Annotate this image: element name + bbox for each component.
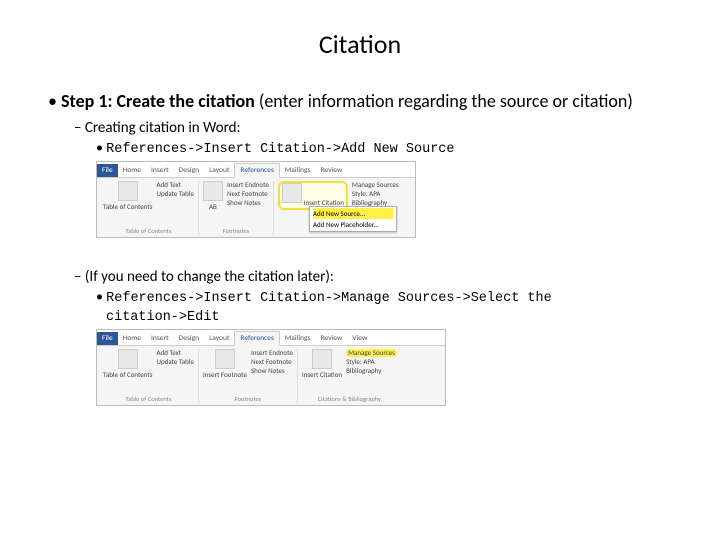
ribbon-body-2: Table of Contents Add Text Update Table … bbox=[97, 346, 445, 405]
add-text-item: Add Text bbox=[156, 181, 193, 189]
tab-insert-2: Insert bbox=[146, 332, 174, 345]
group-footnotes: AB Insert Endnote Next Footnote Show Not… bbox=[199, 181, 274, 235]
insert-citation-button-2: Insert Citation bbox=[302, 349, 342, 378]
insert-citation-dropdown: Add New Source... Add New Placeholder... bbox=[309, 206, 397, 232]
toc-label-2: Table of Contents bbox=[103, 371, 152, 378]
group-footnotes-label: Footnotes bbox=[203, 227, 269, 235]
step1-sub-b: (If you need to change the citation late… bbox=[74, 268, 680, 286]
tab-layout: Layout bbox=[204, 164, 234, 177]
footnote-icon bbox=[203, 181, 223, 201]
update-table-item: Update Table bbox=[156, 190, 193, 198]
tab-review-2: Review bbox=[315, 332, 347, 345]
tab-file-2: File bbox=[97, 332, 118, 345]
insert-endnote: Insert Endnote bbox=[227, 181, 269, 189]
insert-citation-lbl-2: Insert Citation bbox=[302, 371, 342, 378]
step1-heading-bold: Step 1: Create the citation bbox=[61, 90, 255, 112]
ab-label: AB bbox=[209, 203, 217, 210]
tab-file: File bbox=[97, 164, 118, 177]
tab-layout-2: Layout bbox=[204, 332, 234, 345]
tab-home-2: Home bbox=[118, 332, 146, 345]
toc-icon-2 bbox=[118, 349, 138, 369]
next-footnote-2: Next Footnote bbox=[251, 358, 293, 366]
manage-sources-highlighted: Manage Sources bbox=[346, 349, 397, 357]
bibliography-item: Bibliography bbox=[352, 199, 399, 207]
manage-sources-item: Manage Sources bbox=[352, 181, 399, 189]
group-toc-label: Table of Contents bbox=[103, 227, 194, 235]
update-table-2: Update Table bbox=[156, 358, 193, 366]
group-toc-2: Table of Contents Add Text Update Table … bbox=[99, 349, 199, 403]
ribbon-tabs-2: File Home Insert Design Layout Reference… bbox=[97, 330, 445, 346]
tab-mailings-2: Mailings bbox=[280, 332, 316, 345]
footnote-icon-2 bbox=[215, 349, 235, 369]
style-item-2: Style: APA bbox=[346, 358, 397, 366]
group-footnotes-2: Insert Footnote Insert Endnote Next Foot… bbox=[199, 349, 298, 403]
step1-path-b: References->Insert Citation->Manage Sour… bbox=[96, 288, 680, 306]
group-citations-label-2: Citations & Bibliography bbox=[302, 395, 397, 403]
tab-view-2: View bbox=[347, 332, 372, 345]
tab-design-2: Design bbox=[174, 332, 204, 345]
tab-references-2: References bbox=[234, 331, 279, 346]
ribbon-screenshot-2: File Home Insert Design Layout Reference… bbox=[96, 329, 446, 406]
toc-label: Table of Contents bbox=[103, 203, 152, 210]
style-item: Style: APA bbox=[352, 190, 399, 198]
path-b-code: References->Insert Citation->Manage Sour… bbox=[106, 291, 552, 306]
path-b2-code: citation->Edit bbox=[106, 310, 680, 325]
step1-heading: Step 1: Create the citation (enter infor… bbox=[48, 90, 680, 113]
tab-insert: Insert bbox=[146, 164, 174, 177]
group-toc-label-2: Table of Contents bbox=[103, 395, 194, 403]
group-citations-2: Insert Citation Manage Sources Style: AP… bbox=[298, 349, 401, 403]
tab-mailings: Mailings bbox=[280, 164, 316, 177]
add-text-2: Add Text bbox=[156, 349, 193, 357]
tab-review: Review bbox=[315, 164, 347, 177]
group-toc: Table of Contents Add Text Update Table … bbox=[99, 181, 199, 235]
slide-title: Citation bbox=[40, 28, 680, 60]
bibliography-item-2: Bibliography bbox=[346, 367, 397, 375]
show-notes: Show Notes bbox=[227, 199, 269, 207]
step1-sub-a: Creating citation in Word: bbox=[74, 119, 680, 137]
tab-home: Home bbox=[118, 164, 146, 177]
group-footnotes-label-2: Footnotes bbox=[203, 395, 293, 403]
ribbon-screenshot-1: File Home Insert Design Layout Reference… bbox=[96, 161, 416, 238]
next-footnote: Next Footnote bbox=[227, 190, 269, 198]
dropdown-add-new-placeholder: Add New Placeholder... bbox=[313, 219, 393, 230]
insert-citation-icon bbox=[282, 183, 302, 203]
tab-design: Design bbox=[174, 164, 204, 177]
step1-heading-rest: (enter information regarding the source … bbox=[255, 90, 633, 112]
path-a-code: References->Insert Citation->Add New Sou… bbox=[106, 142, 454, 157]
insert-endnote-2: Insert Endnote bbox=[251, 349, 293, 357]
insert-citation-icon-2 bbox=[312, 349, 332, 369]
ribbon-tabs: File Home Insert Design Layout Reference… bbox=[97, 162, 415, 178]
dropdown-add-new-source: Add New Source... bbox=[313, 208, 393, 219]
step1-path-a: References->Insert Citation->Add New Sou… bbox=[96, 139, 680, 157]
insert-footnote-lbl: Insert Footnote bbox=[203, 371, 247, 378]
tab-references: References bbox=[234, 163, 279, 178]
toc-icon bbox=[118, 181, 138, 201]
show-notes-2: Show Notes bbox=[251, 367, 293, 375]
